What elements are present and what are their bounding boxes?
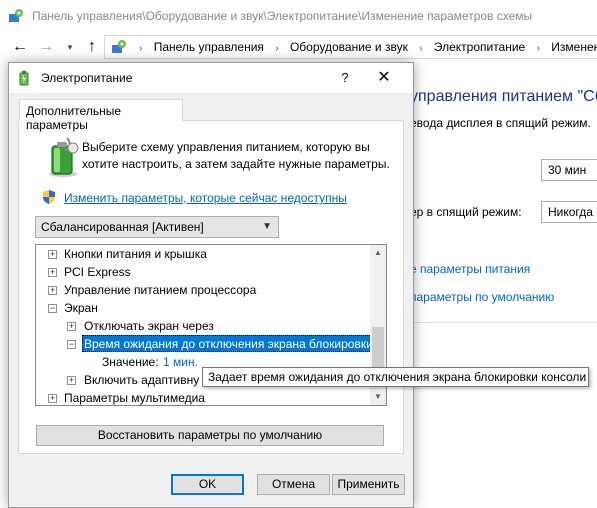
restore-defaults-button[interactable]: Восстановить параметры по умолчанию [36, 425, 384, 446]
uac-shield-icon [43, 190, 55, 204]
plan-subtitle: евода дисплея в спящий режим. [410, 116, 591, 130]
expand-plus-icon[interactable]: + [48, 268, 57, 277]
breadcrumb-separator-icon[interactable]: › [537, 43, 540, 54]
plan-heading: управления питанием "Сба [410, 88, 597, 105]
power-scheme-select[interactable]: Сбалансированная [Активен] ▼ [35, 216, 279, 238]
navigation-bar: ← → ▾ ↑ › Панель управления › Оборудован… [0, 32, 597, 62]
power-plan-battery-icon [49, 137, 79, 177]
expand-plus-icon[interactable]: + [48, 286, 57, 295]
scrollbar-thumb[interactable] [372, 327, 384, 371]
close-icon[interactable]: ✕ [369, 66, 399, 90]
scroll-up-arrow-icon[interactable]: ▲ [370, 245, 386, 261]
divider [410, 322, 597, 323]
back-arrow-icon[interactable]: ← [10, 37, 30, 57]
control-panel-icon [9, 9, 23, 22]
expand-plus-icon[interactable]: + [67, 322, 76, 331]
power-scheme-value: Сбалансированная [Активен] [41, 220, 204, 234]
display-off-select[interactable]: 30 мин [541, 159, 597, 181]
cancel-button[interactable]: Отмена [257, 474, 330, 495]
tooltip: Задает время ожидания до отключения экра… [202, 367, 589, 387]
description-text: Выберите схему управления питанием, кото… [82, 140, 390, 171]
breadcrumb-separator-icon: › [139, 43, 143, 54]
window-titlebar: Панель управления\Оборудование и звук\Эл… [0, 0, 597, 32]
breadcrumb-item[interactable]: Электропитание [434, 40, 525, 54]
breadcrumb-item[interactable]: Оборудование и звук [290, 40, 408, 54]
dialog-titlebar: Электропитание ? ✕ [9, 63, 413, 93]
ok-button[interactable]: OK [171, 474, 244, 495]
window-title: Панель управления\Оборудование и звук\Эл… [32, 9, 533, 23]
power-options-dialog: Электропитание ? ✕ Дополнительные параме… [8, 62, 414, 508]
scroll-down-arrow-icon[interactable]: ▼ [370, 389, 386, 405]
control-panel-icon [112, 40, 126, 53]
breadcrumb: › Панель управления › Оборудование и зву… [131, 40, 597, 54]
sleep-select[interactable]: Никогда [541, 201, 597, 223]
apply-button[interactable]: Применить [332, 474, 405, 495]
collapse-minus-icon[interactable]: − [48, 304, 57, 313]
sleep-label: ер в спящий режим: [410, 205, 522, 219]
forward-arrow-icon[interactable]: → [36, 37, 56, 57]
address-bar[interactable]: › Панель управления › Оборудование и зву… [104, 35, 597, 59]
breadcrumb-item[interactable]: Панель управления [154, 40, 264, 54]
chevron-down-icon: ▼ [262, 221, 272, 232]
advanced-settings-panel: Выберите схему управления питанием, кото… [18, 120, 404, 454]
dialog-title: Электропитание [41, 71, 133, 85]
breadcrumb-separator-icon[interactable]: › [419, 43, 422, 54]
help-icon[interactable]: ? [335, 68, 355, 88]
expand-plus-icon[interactable]: + [48, 250, 57, 259]
breadcrumb-separator-icon[interactable]: › [275, 43, 278, 54]
value-link[interactable]: 1 мин. [163, 354, 198, 371]
expand-plus-icon[interactable]: + [67, 376, 76, 385]
power-options-icon [19, 71, 29, 86]
advanced-settings-link[interactable]: е параметры питания [410, 262, 530, 276]
breadcrumb-item[interactable]: Изменение [551, 40, 597, 54]
recent-locations-chevron-icon[interactable]: ▾ [60, 37, 80, 57]
tab-advanced-settings[interactable]: Дополнительные параметры [19, 99, 183, 132]
restore-defaults-link[interactable]: параметры по умолчанию [410, 290, 554, 304]
expand-plus-icon[interactable]: + [48, 394, 57, 403]
collapse-minus-icon[interactable]: − [67, 340, 76, 349]
tree-item-selected[interactable]: − Время ожидания до отключения экрана бл… [36, 335, 386, 353]
change-unavailable-settings-link[interactable]: Изменить параметры, которые сейчас недос… [64, 191, 347, 205]
up-arrow-icon[interactable]: ↑ [82, 37, 102, 57]
